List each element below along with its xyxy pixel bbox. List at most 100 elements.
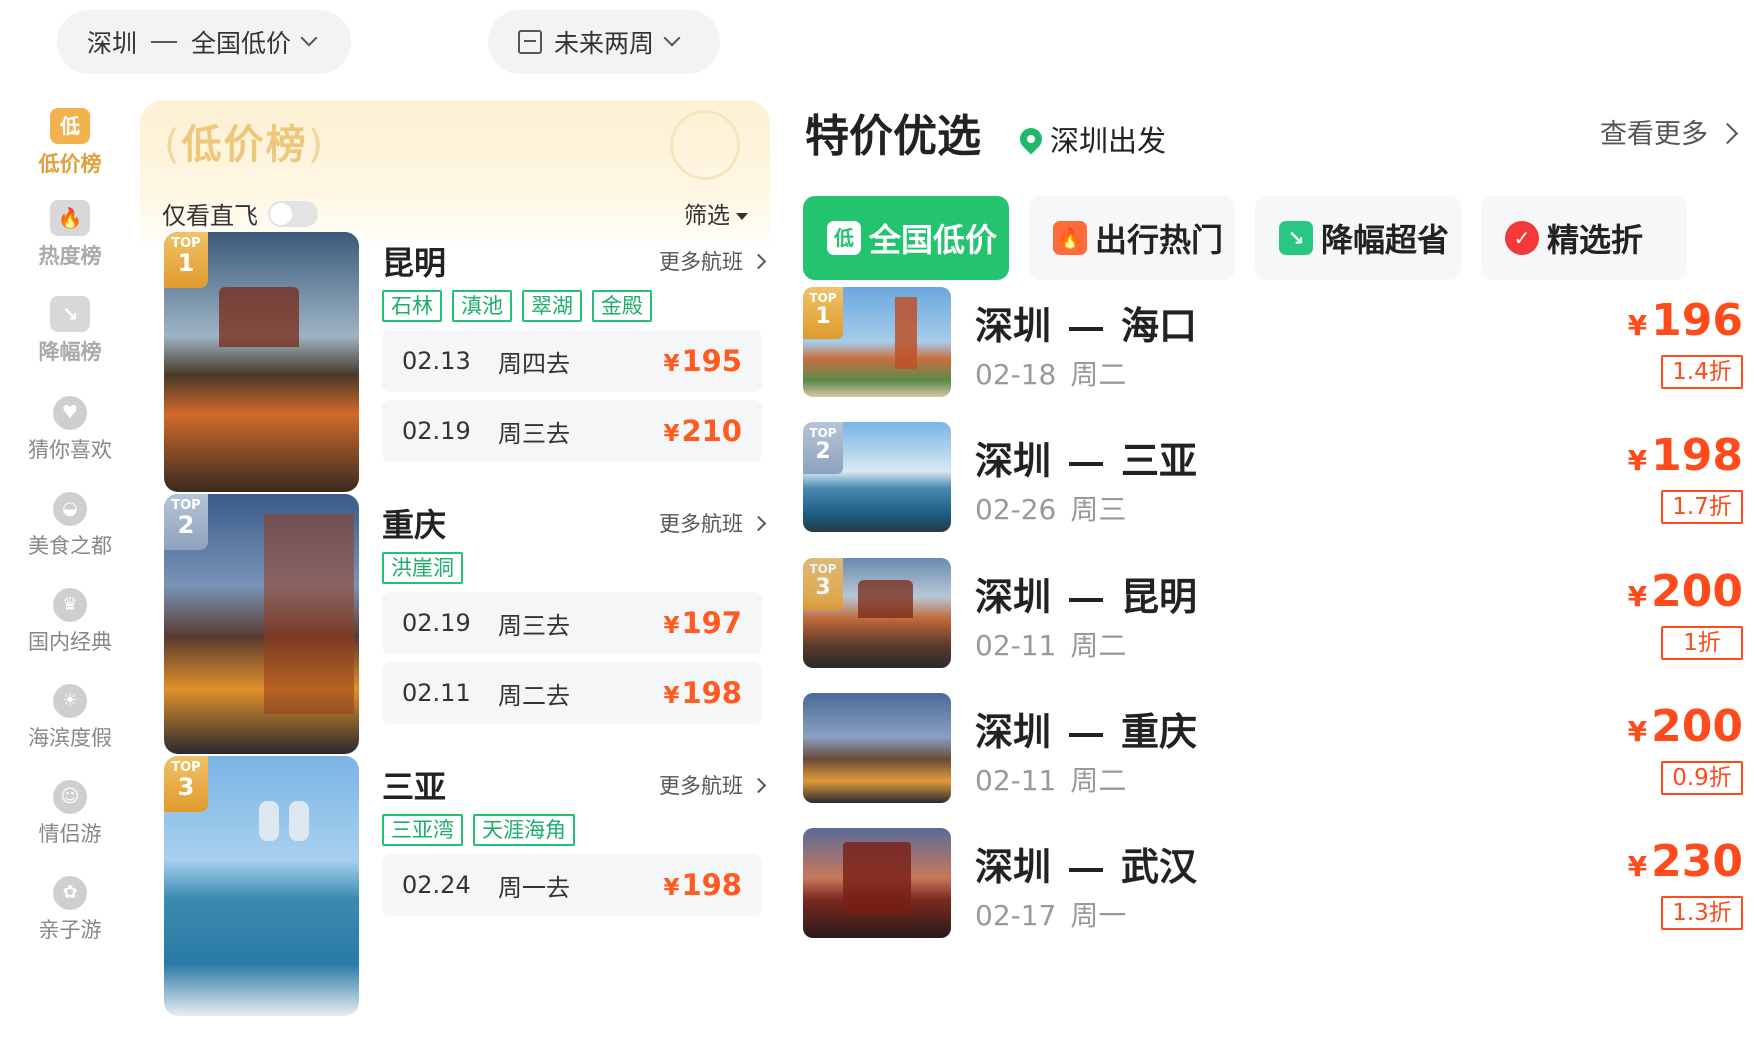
filter-button[interactable]: 筛选 bbox=[684, 196, 748, 230]
section-title: 特价优选 bbox=[805, 111, 981, 162]
attraction-tags: 石林 滇池 翠湖 金殿 bbox=[382, 290, 662, 322]
tab-selected-deals[interactable]: ✓ 精选折 bbox=[1481, 196, 1687, 280]
destination-photo bbox=[803, 693, 951, 803]
route: 深圳 昆明 bbox=[975, 566, 1197, 621]
destination-photo: TOP 1 bbox=[803, 287, 951, 397]
fare-price: ¥210 bbox=[663, 414, 742, 448]
fare-weekday: 周三去 bbox=[498, 611, 570, 640]
top-rank-badge: TOP 3 bbox=[164, 756, 208, 812]
top-rank-badge: TOP 3 bbox=[803, 558, 843, 610]
fare-row[interactable]: 02.11 周二去 ¥198 bbox=[382, 662, 762, 724]
calendar-icon bbox=[518, 30, 542, 54]
fare-weekday: 周一去 bbox=[498, 873, 570, 902]
fare-price: ¥198 bbox=[663, 868, 742, 902]
route-to: 海口 bbox=[1121, 304, 1198, 348]
clock-tower-shape bbox=[895, 297, 917, 369]
see-more-link[interactable]: 查看更多 bbox=[1600, 112, 1735, 151]
currency-symbol: ¥ bbox=[663, 683, 680, 709]
ranking-title: (低价榜) bbox=[164, 112, 325, 170]
route: 深圳 三亚 bbox=[975, 430, 1197, 485]
couple-icon: ☺ bbox=[53, 780, 87, 814]
sidebar-item-label: 亲子游 bbox=[38, 918, 102, 942]
ranking-header: (低价榜) 仅看直飞 筛选 bbox=[140, 100, 770, 250]
route-dash bbox=[1069, 867, 1104, 872]
top-label: TOP bbox=[809, 426, 837, 440]
family-icon: ✿ bbox=[53, 876, 87, 910]
drop-badge-icon: ↘ bbox=[50, 296, 90, 332]
sidebar-item-food[interactable]: ◒ 美食之都 bbox=[0, 492, 140, 560]
deal-item[interactable]: 深圳 重庆 02-11 周二 ¥200 0.9折 bbox=[803, 693, 1743, 803]
sidebar-item-label: 情侣游 bbox=[38, 822, 102, 846]
more-flights-link[interactable]: 更多航班 bbox=[659, 508, 764, 538]
deal-item[interactable]: 深圳 武汉 02-17 周一 ¥230 1.3折 bbox=[803, 828, 1743, 938]
tab-label: 出行热门 bbox=[1095, 221, 1224, 259]
sidebar-item-hot[interactable]: 🔥 热度榜 bbox=[0, 200, 140, 270]
date-value: 02-17 bbox=[975, 899, 1057, 932]
fare-date: 02.19 bbox=[402, 609, 471, 637]
fare-row[interactable]: 02.24 周一去 ¥198 bbox=[382, 854, 762, 916]
tab-hot-travel[interactable]: 🔥 出行热门 bbox=[1029, 196, 1235, 280]
date-range-selector[interactable]: 未来两周 bbox=[488, 10, 720, 74]
sidebar-item-family[interactable]: ✿ 亲子游 bbox=[0, 876, 140, 944]
price-value: 198 bbox=[681, 676, 742, 710]
price-value: 210 bbox=[681, 414, 742, 448]
price-value: 198 bbox=[1651, 430, 1743, 481]
building-shape bbox=[264, 514, 354, 714]
price-value: 196 bbox=[1651, 295, 1743, 346]
route-selector[interactable]: 深圳 全国低价 bbox=[57, 10, 351, 74]
fare-row[interactable]: 02.19 周三去 ¥197 bbox=[382, 592, 762, 654]
sidebar-item-couple[interactable]: ☺ 情侣游 bbox=[0, 780, 140, 848]
fare-row[interactable]: 02.19 周三去 ¥210 bbox=[382, 400, 762, 462]
tab-label: 全国低价 bbox=[869, 221, 998, 259]
beach-icon: ☀ bbox=[53, 684, 87, 718]
top-rank-badge: TOP 2 bbox=[803, 422, 843, 474]
rank-number: 1 bbox=[177, 249, 195, 277]
price-value: 195 bbox=[681, 344, 742, 378]
discount-badge: 1.7折 bbox=[1661, 490, 1743, 524]
route-to: 三亚 bbox=[1121, 439, 1198, 483]
deal-item[interactable]: TOP 1 深圳 海口 02-18 周二 ¥196 1.4折 bbox=[803, 287, 1743, 397]
tab-label: 降幅超省 bbox=[1321, 221, 1450, 259]
deal-date: 02-11 周二 bbox=[975, 624, 1126, 664]
rank-number: 2 bbox=[815, 439, 831, 464]
deal-item[interactable]: TOP 3 深圳 昆明 02-11 周二 ¥200 1折 bbox=[803, 558, 1743, 668]
crown-icon: ♛ bbox=[53, 588, 87, 622]
tab-price-drop[interactable]: ↘ 降幅超省 bbox=[1255, 196, 1461, 280]
departure-city[interactable]: 深圳出发 bbox=[1015, 118, 1166, 160]
sidebar-item-classic[interactable]: ♛ 国内经典 bbox=[0, 588, 140, 656]
ranking-card[interactable]: TOP 1 昆明 更多航班 石林 滇池 翠湖 金殿 02.13 周四去 ¥195… bbox=[164, 232, 764, 492]
price-value: 197 bbox=[681, 606, 742, 640]
ranking-card[interactable]: TOP 2 重庆 更多航班 洪崖洞 02.19 周三去 ¥197 02.11 周… bbox=[164, 494, 764, 754]
rank-number: 3 bbox=[815, 575, 831, 600]
deal-price: ¥200 bbox=[1628, 566, 1743, 617]
route: 深圳 海口 bbox=[975, 295, 1197, 350]
discount-badge: 0.9折 bbox=[1661, 761, 1743, 795]
fare-row[interactable]: 02.13 周四去 ¥195 bbox=[382, 330, 762, 392]
deal-date: 02-17 周一 bbox=[975, 894, 1126, 934]
deal-price: ¥196 bbox=[1628, 295, 1743, 346]
sidebar-item-label: 热度榜 bbox=[38, 244, 102, 268]
sidebar-item-label: 海滨度假 bbox=[28, 726, 112, 750]
ranking-card[interactable]: TOP 3 三亚 更多航班 三亚湾 天涯海角 02.24 周一去 ¥198 bbox=[164, 756, 764, 1016]
city-name: 三亚 bbox=[382, 768, 447, 806]
deal-item[interactable]: TOP 2 深圳 三亚 02-26 周三 ¥198 1.7折 bbox=[803, 422, 1743, 532]
more-flights-link[interactable]: 更多航班 bbox=[659, 770, 764, 800]
yellow-crane-tower-shape bbox=[843, 842, 911, 914]
discount-badge: 1.4折 bbox=[1661, 355, 1743, 389]
tab-national-low[interactable]: 低 全国低价 bbox=[803, 196, 1009, 280]
sidebar-item-guess-you-like[interactable]: ♥ 猜你喜欢 bbox=[0, 396, 140, 464]
sidebar-item-drop[interactable]: ↘ 降幅榜 bbox=[0, 296, 140, 366]
more-flights-link[interactable]: 更多航班 bbox=[659, 246, 764, 276]
sidebar-item-label: 降幅榜 bbox=[38, 340, 102, 364]
route-to: 昆明 bbox=[1121, 575, 1198, 619]
pagoda-shape bbox=[858, 580, 913, 618]
currency-symbol: ¥ bbox=[1627, 580, 1648, 613]
date-range-label: 未来两周 bbox=[554, 29, 655, 58]
route-dash bbox=[1069, 461, 1104, 466]
sidebar-item-label: 美食之都 bbox=[28, 534, 112, 558]
direct-only-toggle[interactable] bbox=[268, 200, 318, 227]
sidebar-item-beach[interactable]: ☀ 海滨度假 bbox=[0, 684, 140, 752]
sidebar-item-low-price[interactable]: 低 低价榜 bbox=[0, 108, 140, 178]
route-dash bbox=[1069, 597, 1104, 602]
rank-number: 2 bbox=[177, 511, 195, 539]
